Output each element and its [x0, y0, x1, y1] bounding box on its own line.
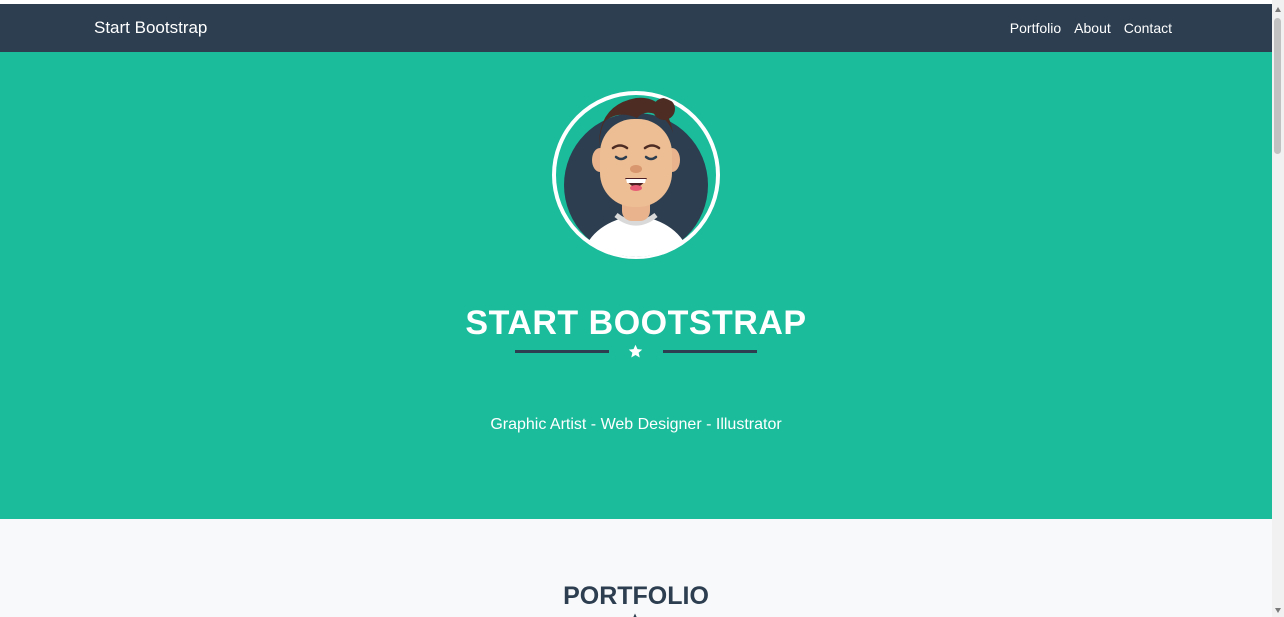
portfolio-heading: PORTFOLIO	[563, 581, 709, 610]
nav-links: Portfolio About Contact	[1010, 18, 1172, 38]
masthead-divider	[515, 342, 757, 362]
masthead-title: START BOOTSTRAP	[465, 303, 807, 342]
scroll-up-arrow-icon[interactable]	[1274, 6, 1282, 14]
masthead-avatar	[552, 87, 720, 265]
star-icon	[633, 613, 637, 617]
nav-link-portfolio[interactable]: Portfolio	[1010, 18, 1061, 38]
nav-link-contact[interactable]: Contact	[1124, 18, 1172, 38]
star-icon	[628, 344, 643, 358]
divider-line-right	[663, 350, 757, 353]
divider-line-left	[515, 350, 609, 353]
nav-link-about[interactable]: About	[1074, 18, 1111, 38]
scroll-down-arrow-icon[interactable]	[1274, 606, 1282, 614]
portfolio-section: PORTFOLIO	[0, 519, 1272, 617]
main-navbar: Start Bootstrap Portfolio About Contact	[0, 4, 1272, 52]
navbar-brand[interactable]: Start Bootstrap	[94, 17, 207, 39]
masthead: START BOOTSTRAP Graphic Artist - Web Des…	[0, 52, 1272, 519]
masthead-subtitle: Graphic Artist - Web Designer - Illustra…	[490, 416, 782, 433]
avataaars-icon	[552, 91, 720, 259]
page-scrollbar[interactable]	[1272, 0, 1284, 617]
page: Start Bootstrap Portfolio About Contact	[0, 0, 1284, 617]
scrollbar-thumb[interactable]	[1274, 18, 1281, 154]
